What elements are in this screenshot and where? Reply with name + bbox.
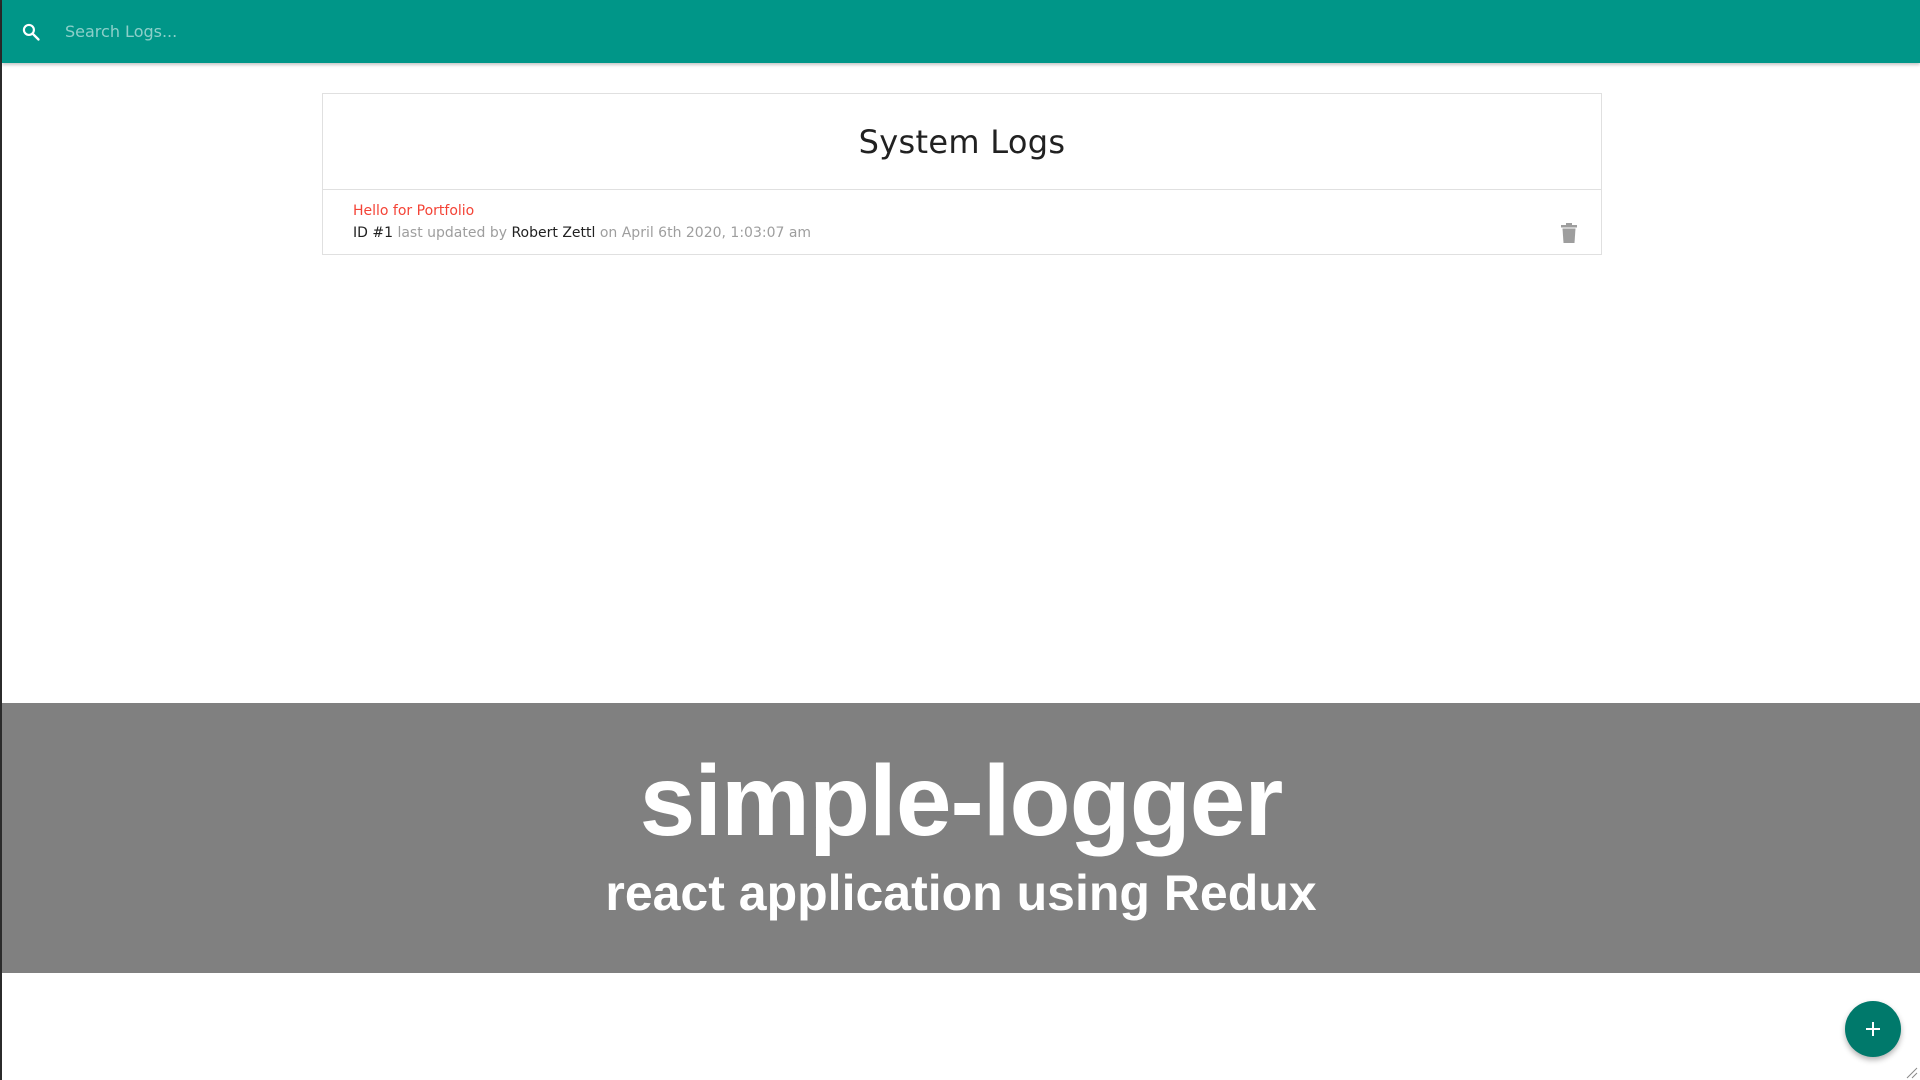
search-input[interactable] <box>63 11 1663 52</box>
log-tech: Robert Zettl <box>511 225 596 241</box>
add-log-button[interactable] <box>1845 1001 1901 1057</box>
logs-header: System Logs <box>323 94 1601 190</box>
logs-collection: System Logs Hello for Portfolio ID #1 la… <box>322 93 1602 255</box>
log-meta: ID #1 last updated by Robert Zettl on Ap… <box>353 224 1571 242</box>
log-updated-text: last updated by <box>397 225 507 241</box>
log-date: on April 6th 2020, 1:03:07 am <box>599 225 812 241</box>
resize-handle-icon[interactable] <box>1904 1064 1918 1079</box>
add-icon <box>1866 1022 1880 1036</box>
top-navbar <box>2 0 1920 63</box>
app-viewport: System Logs Hello for Portfolio ID #1 la… <box>0 0 1920 1080</box>
page-title: System Logs <box>858 122 1066 161</box>
search-icon <box>19 20 43 44</box>
trash-icon[interactable] <box>1561 223 1577 243</box>
title-banner: simple-logger react application using Re… <box>2 703 1920 973</box>
log-message-link[interactable]: Hello for Portfolio <box>353 202 1571 220</box>
log-id: ID #1 <box>353 225 393 241</box>
banner-title: simple-logger <box>639 745 1284 857</box>
banner-subtitle: react application using Redux <box>605 865 1317 921</box>
log-item: Hello for Portfolio ID #1 last updated b… <box>323 190 1601 254</box>
